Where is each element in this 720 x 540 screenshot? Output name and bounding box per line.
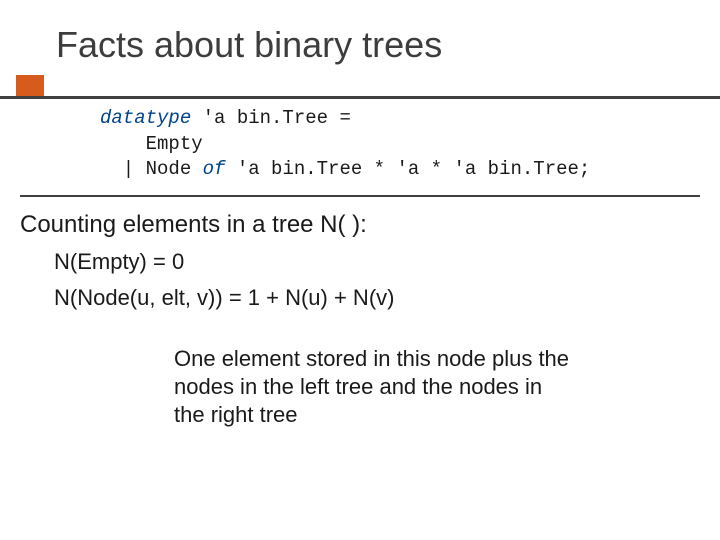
keyword-datatype: datatype (100, 107, 191, 129)
keyword-of: of (203, 158, 226, 180)
equation-empty: N(Empty) = 0 (54, 249, 720, 275)
code-line3-rest: 'a bin.Tree * 'a * 'a bin.Tree; (225, 158, 590, 180)
slide-title: Facts about binary trees (0, 0, 720, 76)
title-divider (0, 76, 720, 84)
title-rule (0, 96, 720, 99)
datatype-code: datatype 'a bin.Tree = Empty | Node of '… (100, 106, 720, 183)
explanation-text: One element stored in this node plus the… (174, 345, 574, 429)
code-line3-pre: | Node (100, 158, 203, 180)
slide: Facts about binary trees datatype 'a bin… (0, 0, 720, 540)
subheading: Counting elements in a tree N( ): (20, 211, 720, 239)
code-line2: Empty (100, 133, 203, 155)
equation-node: N(Node(u, elt, v)) = 1 + N(u) + N(v) (54, 285, 720, 311)
content-divider (20, 195, 700, 197)
code-line1: 'a bin.Tree = (191, 107, 351, 129)
